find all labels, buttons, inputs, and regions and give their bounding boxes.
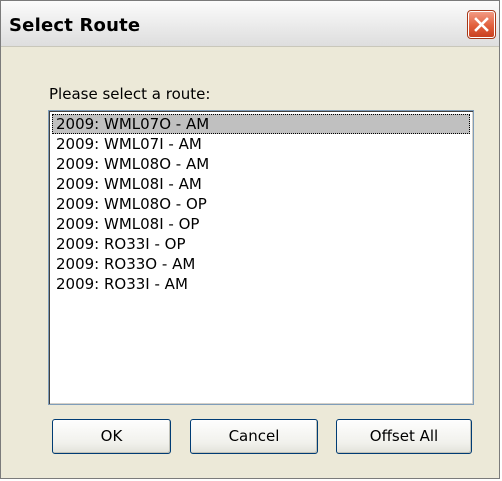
ok-button[interactable]: OK: [52, 419, 171, 454]
route-list-item[interactable]: 2009: WML08I - OP: [52, 214, 470, 234]
select-route-dialog: Select Route Please select a route: 2009…: [0, 0, 500, 479]
route-list-item[interactable]: 2009: WML08O - OP: [52, 194, 470, 214]
route-list-item[interactable]: 2009: WML08I - AM: [52, 174, 470, 194]
cancel-button[interactable]: Cancel: [190, 419, 318, 454]
route-list-item[interactable]: 2009: RO33I - AM: [52, 274, 470, 294]
dialog-title: Select Route: [9, 15, 141, 36]
route-list-item[interactable]: 2009: RO33I - OP: [52, 234, 470, 254]
close-button[interactable]: [467, 10, 496, 39]
route-prompt-label: Please select a route:: [49, 85, 211, 103]
route-list-item[interactable]: 2009: RO33O - AM: [52, 254, 470, 274]
route-listbox[interactable]: 2009: WML07O - AM 2009: WML07I - AM 2009: …: [48, 110, 474, 405]
title-bar[interactable]: Select Route: [1, 1, 499, 47]
route-list-item[interactable]: 2009: WML07I - AM: [52, 134, 470, 154]
close-icon: [474, 17, 489, 32]
offset-all-button[interactable]: Offset All: [336, 419, 472, 454]
route-list-item[interactable]: 2009: WML08O - AM: [52, 154, 470, 174]
route-list-item[interactable]: 2009: WML07O - AM: [52, 114, 470, 134]
